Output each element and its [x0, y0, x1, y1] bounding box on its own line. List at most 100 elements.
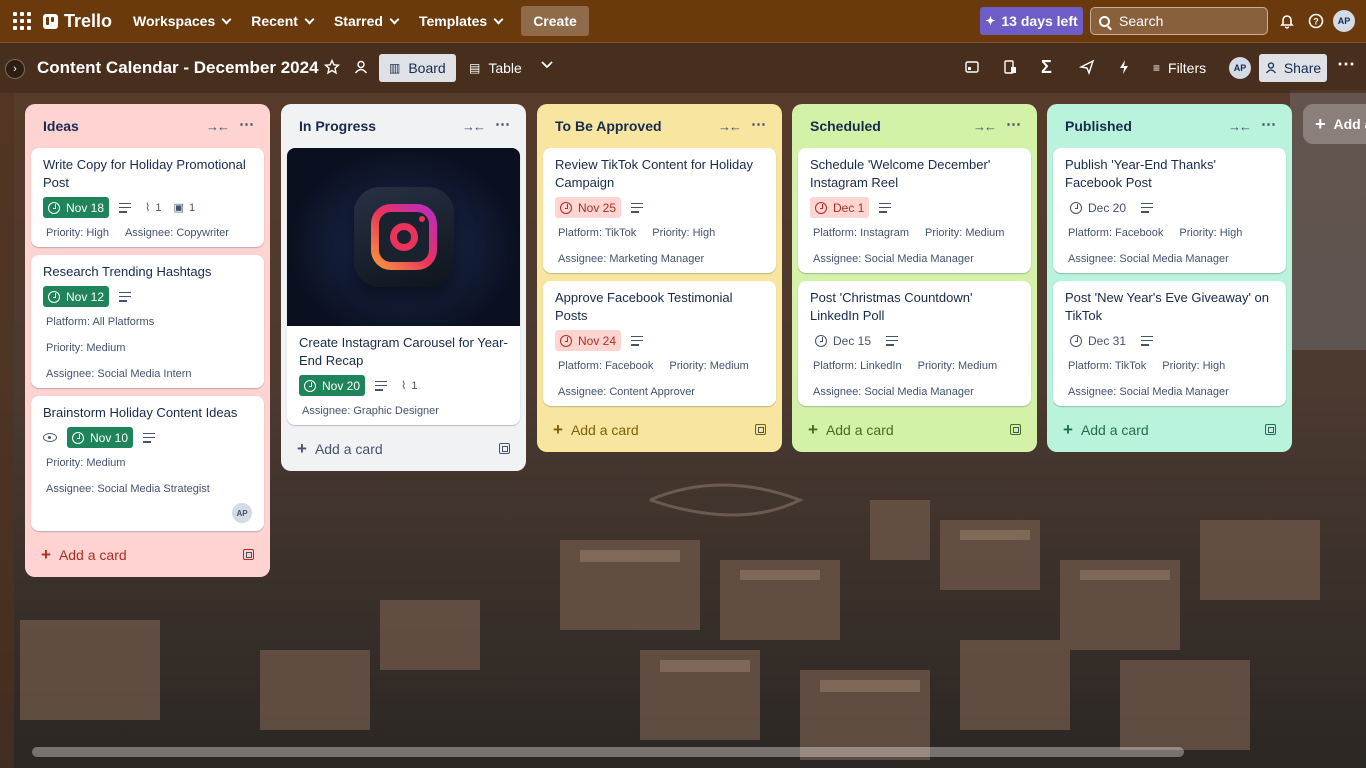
card[interactable]: Publish 'Year-End Thanks' Facebook Post … [1053, 148, 1286, 273]
power-up-icon[interactable] [964, 59, 980, 79]
add-card-button[interactable]: + Add a card [1053, 414, 1286, 446]
nav-workspaces[interactable]: Workspaces [133, 13, 232, 29]
due-date-badge[interactable]: Nov 20 [299, 375, 366, 396]
board-menu-icon[interactable]: ⋯ [1337, 54, 1355, 75]
list-menu-icon[interactable]: ⋯ [495, 115, 510, 133]
due-date-badge[interactable]: Dec 20 [1065, 197, 1131, 218]
card[interactable]: Create Instagram Carousel for Year-End R… [287, 148, 520, 425]
due-date: Dec 1 [833, 200, 865, 215]
sum-icon[interactable]: Σ [1041, 57, 1052, 78]
list-header[interactable]: Scheduled →← ⋯ [798, 112, 1031, 140]
card[interactable]: Approve Facebook Testimonial Posts Nov 2… [543, 281, 776, 406]
list-menu-icon[interactable]: ⋯ [1261, 115, 1276, 133]
plus-icon: + [41, 545, 51, 564]
custom-field: Platform: TikTok [558, 227, 637, 239]
list-header[interactable]: To Be Approved →← ⋯ [543, 112, 776, 140]
add-card-label: Add a card [58, 547, 127, 563]
card-title: Brainstorm Holiday Content Ideas [43, 405, 238, 420]
card-template-icon[interactable] [499, 443, 510, 454]
add-list-button[interactable]: + Add a [1303, 104, 1366, 144]
add-card-button[interactable]: + Add a card [798, 414, 1031, 446]
chevron-down-icon [493, 14, 504, 24]
trello-logo[interactable]: Trello [43, 11, 112, 32]
nav-starred[interactable]: Starred [334, 13, 400, 29]
list-title[interactable]: Published [1065, 118, 1132, 134]
card[interactable]: Post 'New Year's Eve Giveaway' on TikTok… [1053, 281, 1286, 406]
custom-field: Priority: High [652, 227, 716, 239]
list-title[interactable]: Scheduled [810, 118, 881, 134]
calendar-powerup-icon[interactable] [1002, 59, 1018, 79]
scrollbar-thumb[interactable] [32, 747, 1184, 757]
more-views-chevron-icon[interactable] [539, 56, 555, 76]
filters-button[interactable]: ≡ Filters [1143, 54, 1216, 82]
board-title[interactable]: Content Calendar - December 2024 [37, 58, 319, 78]
search-input[interactable]: Search [1090, 7, 1268, 35]
notifications-icon[interactable] [1278, 12, 1296, 30]
clock-icon [304, 379, 316, 392]
nav-templates[interactable]: Templates [419, 13, 504, 29]
send-icon[interactable] [1078, 59, 1095, 79]
help-icon[interactable]: ? [1307, 12, 1325, 30]
share-button[interactable]: Share [1259, 54, 1327, 82]
due-date-badge[interactable]: Dec 1 [810, 197, 870, 218]
card-template-icon[interactable] [1010, 424, 1021, 435]
collapse-list-icon[interactable]: →← [462, 119, 486, 134]
trial-button[interactable]: ✦ 13 days left [980, 7, 1083, 35]
description-icon [1141, 335, 1154, 346]
board-header: › Content Calendar - December 2024 ▥ Boa… [0, 43, 1366, 93]
expand-sidebar-button[interactable]: › [5, 59, 25, 79]
list-header[interactable]: In Progress →← ⋯ [287, 112, 520, 140]
due-date-badge[interactable]: Dec 15 [810, 330, 876, 351]
create-button[interactable]: Create [521, 6, 589, 36]
add-card-button[interactable]: + Add a card [287, 433, 520, 465]
description-icon [1141, 202, 1154, 213]
list-title[interactable]: Ideas [43, 118, 79, 134]
card[interactable]: Brainstorm Holiday Content Ideas Nov 10 … [31, 396, 264, 531]
list-header[interactable]: Published →← ⋯ [1053, 112, 1286, 140]
filter-icon: ≡ [1153, 61, 1161, 75]
list-title[interactable]: In Progress [299, 118, 376, 134]
card-member-avatar[interactable]: AP [232, 503, 252, 523]
card-template-icon[interactable] [243, 549, 254, 560]
list-title[interactable]: To Be Approved [555, 118, 662, 134]
checklist-count: 1 [188, 201, 196, 214]
collapse-list-icon[interactable]: →← [718, 119, 742, 134]
due-date-badge[interactable]: Nov 18 [43, 197, 110, 218]
due-date-badge[interactable]: Nov 24 [555, 330, 622, 351]
automation-icon[interactable] [1116, 59, 1132, 79]
card[interactable]: Post 'Christmas Countdown' LinkedIn Poll… [798, 281, 1031, 406]
app-switcher-icon[interactable] [13, 12, 31, 30]
card[interactable]: Write Copy for Holiday Promotional Post … [31, 148, 264, 247]
list-menu-icon[interactable]: ⋯ [1006, 115, 1021, 133]
board-member-avatar[interactable]: AP [1229, 57, 1251, 79]
list-menu-icon[interactable]: ⋯ [751, 115, 766, 133]
collapse-list-icon[interactable]: →← [206, 119, 230, 134]
list-header[interactable]: Ideas →← ⋯ [31, 112, 264, 140]
add-card-button[interactable]: + Add a card [31, 539, 264, 571]
add-member-icon [1265, 62, 1276, 74]
card[interactable]: Review TikTok Content for Holiday Campai… [543, 148, 776, 273]
card[interactable]: Research Trending Hashtags Nov 12 Platfo… [31, 255, 264, 388]
card-template-icon[interactable] [755, 424, 766, 435]
nav-recent[interactable]: Recent [251, 13, 315, 29]
due-date-badge[interactable]: Dec 31 [1065, 330, 1131, 351]
star-icon[interactable] [323, 58, 341, 79]
card-title: Approve Facebook Testimonial Posts [555, 290, 733, 323]
card-template-icon[interactable] [1265, 424, 1276, 435]
list-menu-icon[interactable]: ⋯ [239, 115, 254, 133]
collapse-list-icon[interactable]: →← [1228, 119, 1252, 134]
due-date-badge[interactable]: Nov 12 [43, 286, 110, 307]
view-table-button[interactable]: ▤ Table [459, 54, 532, 82]
due-date-badge[interactable]: Nov 25 [555, 197, 622, 218]
visibility-icon[interactable] [353, 59, 369, 79]
collapse-list-icon[interactable]: →← [973, 119, 997, 134]
due-date: Nov 25 [578, 200, 617, 215]
horizontal-scrollbar[interactable] [14, 746, 1366, 758]
account-avatar[interactable]: AP [1333, 10, 1355, 32]
chevron-down-icon [221, 14, 232, 24]
due-date-badge[interactable]: Nov 10 [67, 427, 134, 448]
view-board-button[interactable]: ▥ Board [379, 54, 456, 82]
card[interactable]: Schedule 'Welcome December' Instagram Re… [798, 148, 1031, 273]
add-card-button[interactable]: + Add a card [543, 414, 776, 446]
checklist-badge: ▣ 1 [174, 201, 196, 215]
